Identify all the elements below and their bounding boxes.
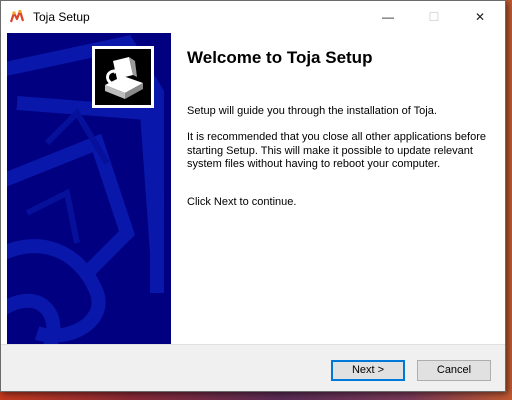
intro-paragraph: Setup will guide you through the install… bbox=[187, 105, 437, 117]
recommendation-paragraph: It is recommended that you close all oth… bbox=[187, 131, 486, 170]
welcome-content: Welcome to Toja Setup Setup will guide y… bbox=[171, 33, 504, 344]
close-button[interactable]: ✕ bbox=[457, 1, 503, 33]
continue-instruction: Click Next to continue. bbox=[187, 196, 297, 208]
installer-box-icon bbox=[92, 46, 154, 108]
button-bar: Next > Cancel bbox=[1, 344, 505, 391]
setup-window: Toja Setup — ☐ ✕ Welcome to Toja Setup S… bbox=[0, 0, 506, 392]
title-bar[interactable]: Toja Setup — ☐ ✕ bbox=[1, 1, 505, 33]
side-banner bbox=[7, 33, 171, 344]
maximize-button[interactable]: ☐ bbox=[411, 1, 457, 33]
welcome-heading: Welcome to Toja Setup bbox=[187, 48, 373, 67]
next-button[interactable]: Next > bbox=[331, 360, 405, 381]
window-title: Toja Setup bbox=[33, 10, 90, 24]
minimize-button[interactable]: — bbox=[365, 1, 411, 33]
cancel-button[interactable]: Cancel bbox=[417, 360, 491, 381]
setup-app-icon bbox=[9, 9, 25, 25]
